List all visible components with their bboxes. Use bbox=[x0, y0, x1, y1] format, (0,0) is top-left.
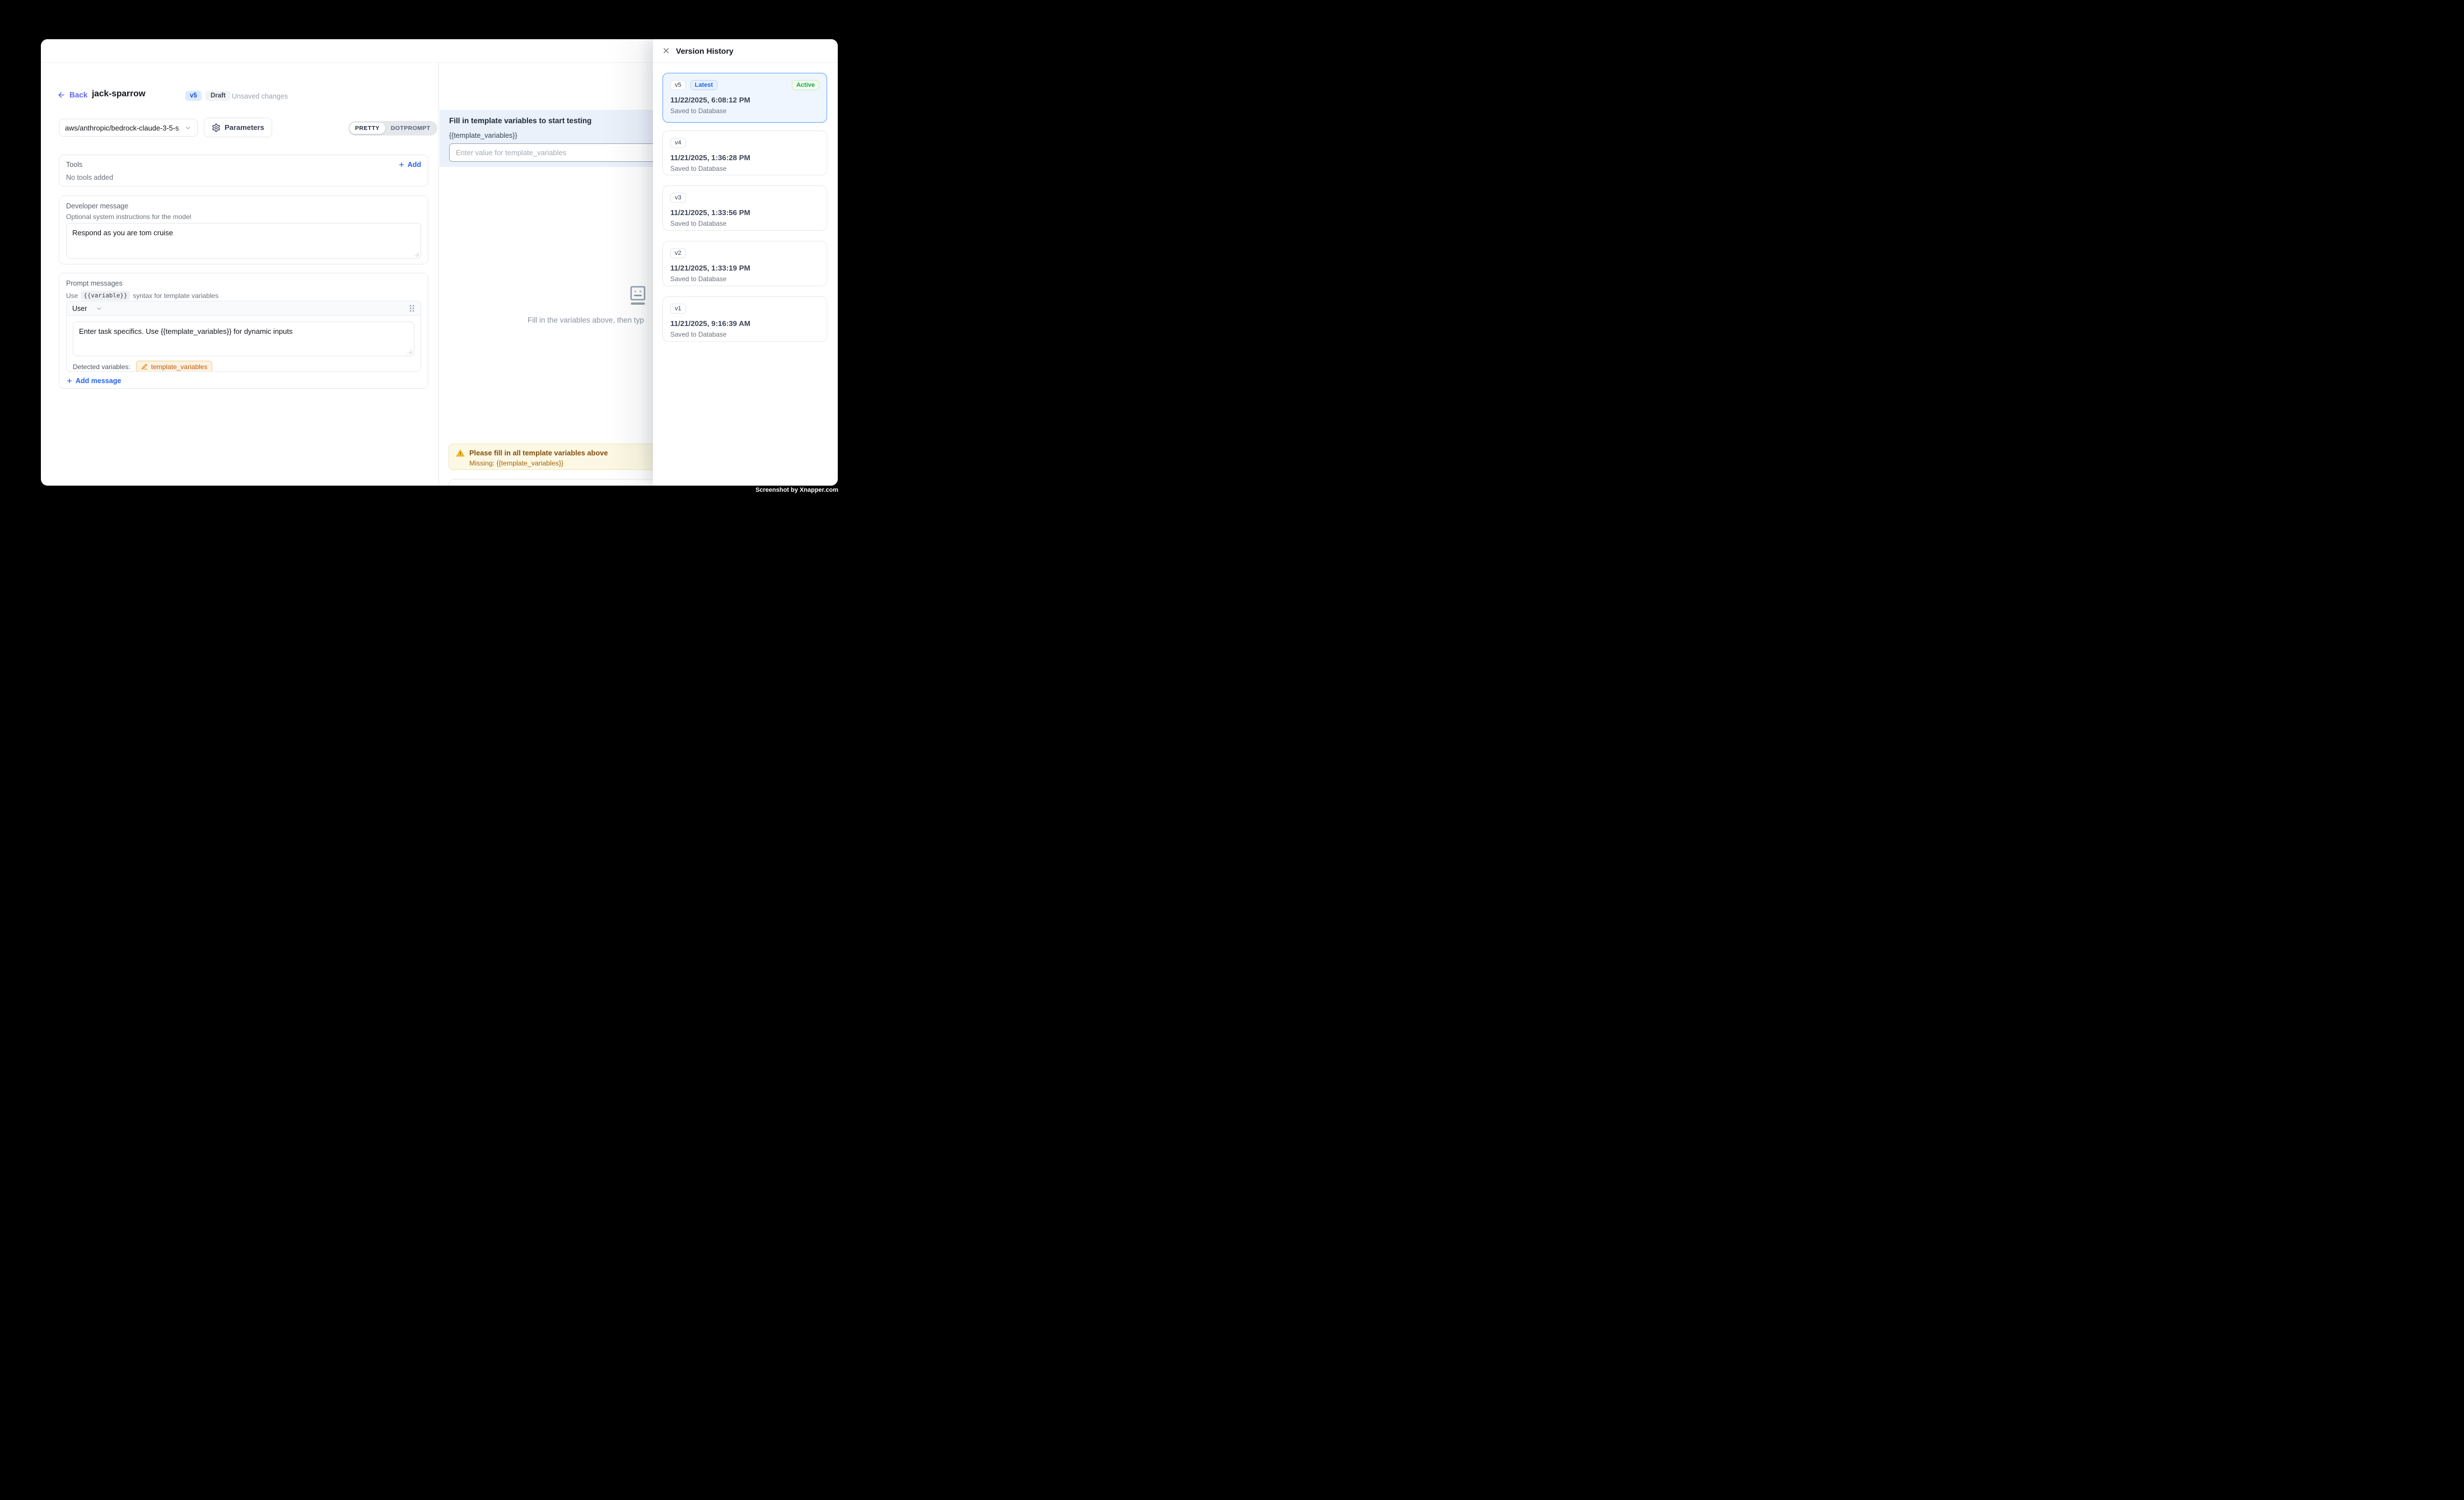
detected-variables-row: Detected variables: template_variables bbox=[73, 361, 212, 372]
add-tool-label: Add bbox=[408, 161, 421, 169]
tools-section: Tools Add No tools added bbox=[59, 155, 428, 187]
parameters-label: Parameters bbox=[225, 123, 264, 132]
detected-variables-label: Detected variables: bbox=[73, 363, 130, 371]
version-note: Saved to Database bbox=[670, 275, 819, 283]
version-number-badge: v5 bbox=[670, 80, 686, 90]
message-role-select[interactable]: User bbox=[72, 305, 102, 313]
chevron-down-icon bbox=[184, 124, 192, 132]
banner-title: Fill in template variables to start test… bbox=[449, 117, 591, 125]
version-card-v2[interactable]: v2 11/21/2025, 1:33:19 PM Saved to Datab… bbox=[662, 241, 827, 286]
unsaved-changes-text: Unsaved changes bbox=[232, 92, 288, 100]
version-timestamp: 11/22/2025, 6:08:12 PM bbox=[670, 96, 819, 104]
warning-detail: Missing: {{template_variables}} bbox=[469, 459, 608, 467]
format-toggle: PRETTY DOTPROMPT bbox=[348, 121, 437, 136]
pencil-icon bbox=[141, 364, 148, 370]
toggle-option-pretty[interactable]: PRETTY bbox=[349, 123, 385, 134]
version-timestamp: 11/21/2025, 1:33:56 PM bbox=[670, 208, 819, 217]
variable-label: {{template_variables}} bbox=[449, 132, 517, 139]
prompt-message-field-wrap: Enter task specifics. Use {{template_var… bbox=[73, 322, 414, 356]
model-selector[interactable]: aws/anthropic/bedrock-claude-3-5-s... bbox=[59, 119, 198, 137]
developer-message-input[interactable]: Respond as you are tom cruise bbox=[67, 223, 421, 258]
screenshot-canvas: Back jack-sparrow v5 Draft Unsaved chang… bbox=[0, 0, 878, 534]
warning-icon bbox=[456, 449, 465, 469]
developer-message-title: Developer message bbox=[66, 202, 421, 210]
drag-handle-icon[interactable] bbox=[409, 304, 415, 313]
version-timestamp: 11/21/2025, 1:33:19 PM bbox=[670, 264, 819, 272]
prompt-messages-section: Prompt messages Use {{variable}} syntax … bbox=[59, 273, 428, 389]
version-badge: v5 bbox=[185, 91, 202, 101]
chevron-down-icon bbox=[96, 305, 102, 312]
hint-suffix: syntax for template variables bbox=[133, 292, 218, 300]
prompt-message-block: User Enter task specifics. Use {{templat… bbox=[66, 301, 421, 372]
version-number-badge: v4 bbox=[670, 138, 686, 148]
plus-icon bbox=[66, 378, 73, 384]
add-tool-button[interactable]: Add bbox=[398, 161, 421, 169]
developer-message-field-wrap: Respond as you are tom cruise bbox=[66, 223, 421, 259]
model-selector-value: aws/anthropic/bedrock-claude-3-5-s... bbox=[65, 124, 180, 132]
version-number-badge: v1 bbox=[670, 304, 686, 314]
back-label: Back bbox=[69, 91, 87, 99]
hint-prefix: Use bbox=[66, 292, 78, 300]
version-timestamp: 11/21/2025, 9:16:39 AM bbox=[670, 319, 819, 328]
version-card-v3[interactable]: v3 11/21/2025, 1:33:56 PM Saved to Datab… bbox=[662, 185, 827, 231]
toggle-option-dotprompt[interactable]: DOTPROMPT bbox=[385, 123, 436, 134]
add-message-button[interactable]: Add message bbox=[66, 377, 121, 385]
close-icon[interactable] bbox=[662, 46, 670, 55]
test-panel-empty-text: Fill in the variables above, then typ bbox=[528, 316, 644, 324]
detected-variable-chip[interactable]: template_variables bbox=[136, 361, 213, 372]
version-note: Saved to Database bbox=[670, 107, 819, 115]
tools-empty-text: No tools added bbox=[66, 174, 421, 181]
warning-title: Please fill in all template variables ab… bbox=[469, 449, 608, 457]
plus-icon bbox=[398, 161, 405, 168]
tools-title: Tools bbox=[66, 161, 421, 169]
version-history-panel: Version History v5 Latest Active 11/22/2… bbox=[653, 39, 838, 486]
watermark: Screenshot by Xnapper.com bbox=[755, 487, 838, 493]
version-history-title: Version History bbox=[676, 46, 734, 55]
developer-message-subtitle: Optional system instructions for the mod… bbox=[66, 213, 421, 221]
draft-badge: Draft bbox=[206, 91, 231, 101]
bot-icon bbox=[627, 285, 648, 307]
prompt-messages-title: Prompt messages bbox=[66, 279, 421, 287]
developer-message-section: Developer message Optional system instru… bbox=[59, 195, 428, 264]
version-number-badge: v2 bbox=[670, 248, 686, 258]
latest-badge: Latest bbox=[690, 80, 717, 90]
detected-variable-name: template_variables bbox=[151, 363, 208, 371]
version-note: Saved to Database bbox=[670, 165, 819, 173]
version-history-header: Version History bbox=[653, 39, 838, 63]
active-badge: Active bbox=[792, 80, 819, 90]
app-window: Back jack-sparrow v5 Draft Unsaved chang… bbox=[41, 39, 838, 486]
back-arrow-icon bbox=[57, 91, 66, 99]
version-card-v5[interactable]: v5 Latest Active 11/22/2025, 6:08:12 PM … bbox=[662, 73, 827, 123]
version-number-badge: v3 bbox=[670, 193, 686, 203]
version-card-v4[interactable]: v4 11/21/2025, 1:36:28 PM Saved to Datab… bbox=[662, 131, 827, 175]
version-card-v1[interactable]: v1 11/21/2025, 9:16:39 AM Saved to Datab… bbox=[662, 296, 827, 342]
version-note: Saved to Database bbox=[670, 330, 819, 338]
hint-variable-code: {{variable}} bbox=[81, 291, 130, 300]
add-message-label: Add message bbox=[76, 377, 121, 385]
gear-icon bbox=[212, 123, 221, 132]
message-role-value: User bbox=[72, 305, 87, 313]
prompt-messages-hint: Use {{variable}} syntax for template var… bbox=[66, 291, 421, 300]
prompt-message-header: User bbox=[67, 301, 421, 316]
parameters-button[interactable]: Parameters bbox=[204, 118, 272, 137]
version-timestamp: 11/21/2025, 1:36:28 PM bbox=[670, 153, 819, 162]
version-note: Saved to Database bbox=[670, 220, 819, 227]
back-button[interactable]: Back bbox=[57, 91, 87, 99]
prompt-message-input[interactable]: Enter task specifics. Use {{template_var… bbox=[73, 322, 414, 356]
page-title: jack-sparrow bbox=[92, 89, 146, 99]
